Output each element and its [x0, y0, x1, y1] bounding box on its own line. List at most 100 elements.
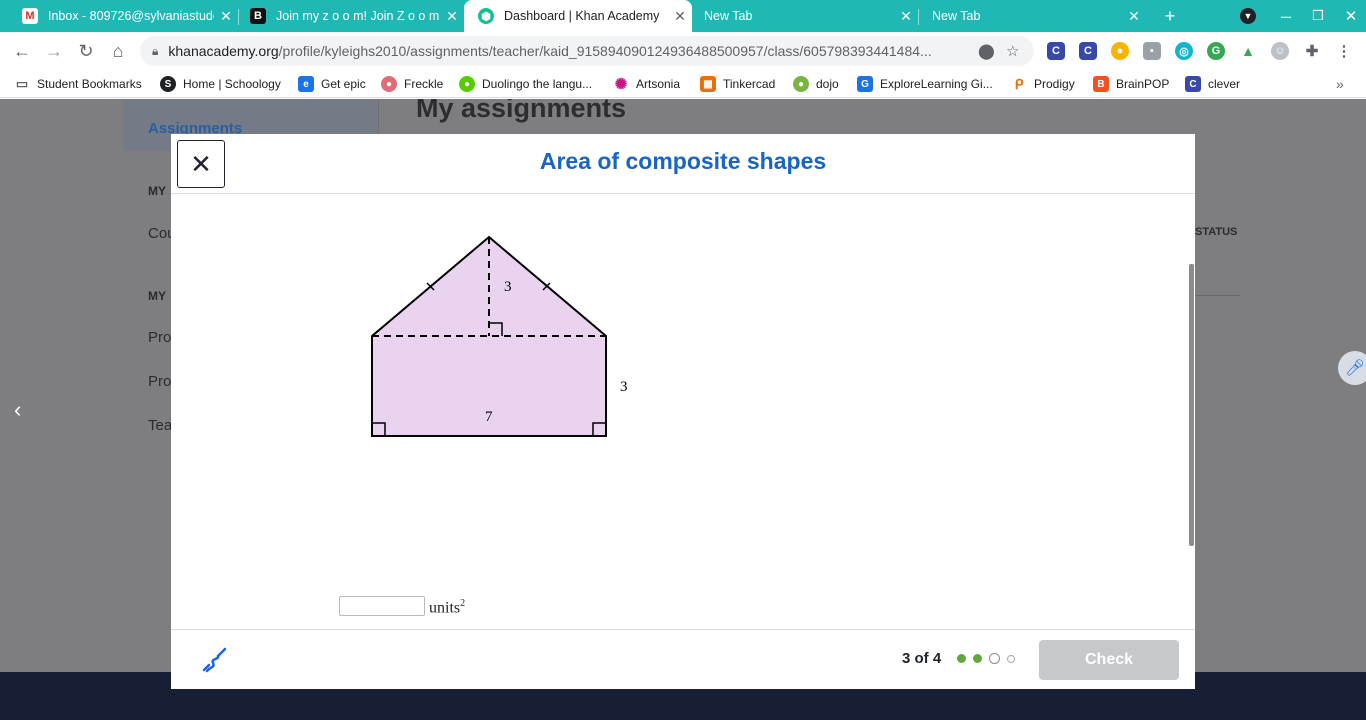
gmail-icon: M	[22, 8, 38, 24]
minimize-icon[interactable]: –	[1271, 0, 1301, 32]
more-bookmarks-icon[interactable]: »	[1336, 75, 1344, 93]
modal-title: Area of composite shapes	[539, 148, 827, 174]
chevron-left-icon[interactable]: ‹	[14, 397, 21, 423]
schoology-icon: S	[160, 76, 176, 92]
menu-kebab-icon[interactable]: ⋮	[1335, 42, 1353, 60]
explorelearning-icon: G	[857, 76, 873, 92]
progress-dot-pending	[1007, 654, 1015, 663]
b-icon: B	[250, 8, 266, 24]
bookmark-item[interactable]: ● Freckle	[381, 75, 443, 93]
lock-icon[interactable]: 🔒︎	[152, 44, 158, 59]
bookmark-item[interactable]: B BrainPOP	[1093, 75, 1169, 93]
check-button[interactable]: Check	[1039, 640, 1179, 680]
browser-toolbar: ← → ↻ ⌂ 🔒︎ khanacademy.org/profile/kylei…	[0, 32, 1366, 70]
sidebar-item: Pro	[148, 329, 172, 346]
tab-strip: M Inbox - 809726@sylvaniastudents ✕ B Jo…	[0, 0, 1366, 32]
answer-row: units2	[339, 596, 465, 617]
bookmark-item[interactable]: ▦ Tinkercad	[700, 75, 775, 93]
tab-new-2[interactable]: New Tab ✕	[918, 0, 1146, 32]
bookmark-item[interactable]: ● Duolingo the langu...	[459, 75, 592, 93]
extension-orange-icon[interactable]: ●	[1111, 42, 1129, 60]
sidebar-section-label: MY	[148, 184, 166, 198]
progress-dot-complete	[973, 654, 982, 663]
tab-title: Dashboard | Khan Academy	[504, 9, 660, 23]
brainpop-icon: B	[1093, 76, 1109, 92]
tab-khan-dashboard[interactable]: ⬢ Dashboard | Khan Academy ✕	[464, 0, 692, 32]
divider	[1195, 295, 1240, 296]
bookmark-item[interactable]: ▭ Student Bookmarks	[14, 75, 142, 93]
close-tab-icon[interactable]: ✕	[894, 8, 918, 25]
scrollbar[interactable]	[1189, 264, 1194, 546]
triangle-height-label: 3	[504, 279, 512, 295]
dojo-icon: ●	[793, 76, 809, 92]
close-tab-icon[interactable]: ✕	[440, 8, 464, 25]
extension-c-icon[interactable]: C	[1047, 42, 1065, 60]
close-tab-icon[interactable]: ✕	[1122, 8, 1146, 25]
close-tab-icon[interactable]: ✕	[214, 8, 238, 25]
extension-c2-icon[interactable]: C	[1079, 42, 1097, 60]
progress-text: 3 of 4	[902, 650, 942, 667]
url-text: khanacademy.org/profile/kyleighs2010/ass…	[168, 43, 932, 59]
microphone-icon[interactable]: 🎤︎	[1338, 351, 1366, 385]
location-icon[interactable]: ⬤	[978, 42, 995, 60]
bookmark-item[interactable]: ✺ Artsonia	[613, 75, 680, 93]
back-icon[interactable]: ←	[6, 35, 38, 67]
bookmark-item[interactable]: G ExploreLearning Gi...	[857, 75, 993, 93]
address-bar[interactable]: 🔒︎ khanacademy.org/profile/kyleighs2010/…	[140, 36, 1034, 66]
sidebar-item: Pro	[148, 373, 172, 390]
extension-avatar-icon[interactable]: ☺	[1271, 42, 1289, 60]
home-icon[interactable]: ⌂	[102, 35, 134, 67]
rectangle-side-label: 3	[620, 379, 628, 395]
tinkercad-icon: ▦	[700, 76, 716, 92]
tab-title: New Tab	[932, 9, 981, 23]
bookmark-star-icon[interactable]: ☆	[1006, 42, 1019, 60]
modal-footer: 3 of 4 Check	[171, 629, 1195, 689]
freckle-icon: ●	[381, 76, 397, 92]
forward-icon[interactable]: →	[38, 35, 70, 67]
duolingo-icon: ●	[459, 76, 475, 92]
extensions-puzzle-icon[interactable]: ✚	[1303, 42, 1321, 60]
sidebar-item: Tea	[148, 417, 173, 434]
prodigy-icon: ᑭ	[1011, 76, 1027, 92]
status-column-header: STATUS	[1195, 226, 1238, 238]
bookmark-item[interactable]: ● dojo	[793, 75, 839, 93]
khan-icon: ⬢	[478, 8, 494, 24]
page-title: My assignments	[416, 99, 627, 123]
restore-icon[interactable]: ❐	[1303, 0, 1333, 32]
close-window-icon[interactable]: ✕	[1336, 0, 1366, 32]
composite-shape-figure: 3 3 7	[361, 229, 661, 449]
base-length-label: 7	[485, 409, 493, 425]
progress-dot-complete	[957, 654, 966, 663]
answer-input[interactable]	[339, 596, 425, 616]
folder-icon: ▭	[14, 76, 30, 92]
composite-shape-svg: 3 3 7	[371, 235, 628, 437]
bookmark-item[interactable]: S Home | Schoology	[160, 75, 281, 93]
exercise-modal: ✕ Area of composite shapes 3 3 7 units2 …	[171, 134, 1195, 689]
bookmarks-bar: ▭ Student Bookmarks S Home | Schoology e Ge…	[0, 70, 1366, 98]
reload-icon[interactable]: ↻	[70, 35, 102, 67]
tab-new-1[interactable]: New Tab ✕	[690, 0, 918, 32]
clever-icon: C	[1185, 76, 1201, 92]
bookmark-item[interactable]: Cclever	[1185, 75, 1240, 93]
units-label: units2	[429, 598, 466, 617]
tab-gmail[interactable]: M Inbox - 809726@sylvaniastudents ✕	[8, 0, 238, 32]
artsonia-icon: ✺	[613, 76, 629, 93]
bookmark-item[interactable]: e Get epic	[298, 75, 366, 93]
close-tab-icon[interactable]: ✕	[668, 8, 692, 25]
extension-google-icon[interactable]: G	[1207, 42, 1225, 60]
sidebar-section-label: MY	[148, 289, 166, 303]
new-tab-icon[interactable]: +	[1155, 0, 1185, 32]
epic-icon: e	[298, 76, 314, 92]
tab-title: New Tab	[704, 9, 753, 23]
bookmark-item[interactable]: ᑭ Prodigy	[1011, 75, 1075, 93]
tab-zoom[interactable]: B Join my z o o m! Join Z o o m ✕	[236, 0, 464, 32]
tab-title: Join my z o o m! Join Z o o m	[276, 9, 440, 23]
scratchpad-icon[interactable]	[201, 646, 229, 674]
progress-dot-current	[989, 653, 1000, 664]
extension-grey-icon[interactable]: ▪	[1143, 42, 1161, 60]
tab-search-icon[interactable]: ▼	[1233, 0, 1263, 32]
extension-teal-icon[interactable]: ◎	[1175, 42, 1193, 60]
extension-drive-icon[interactable]: ▲	[1239, 42, 1257, 60]
modal-header: ✕ Area of composite shapes	[171, 134, 1195, 194]
tab-title: Inbox - 809726@sylvaniastudents	[48, 9, 214, 23]
